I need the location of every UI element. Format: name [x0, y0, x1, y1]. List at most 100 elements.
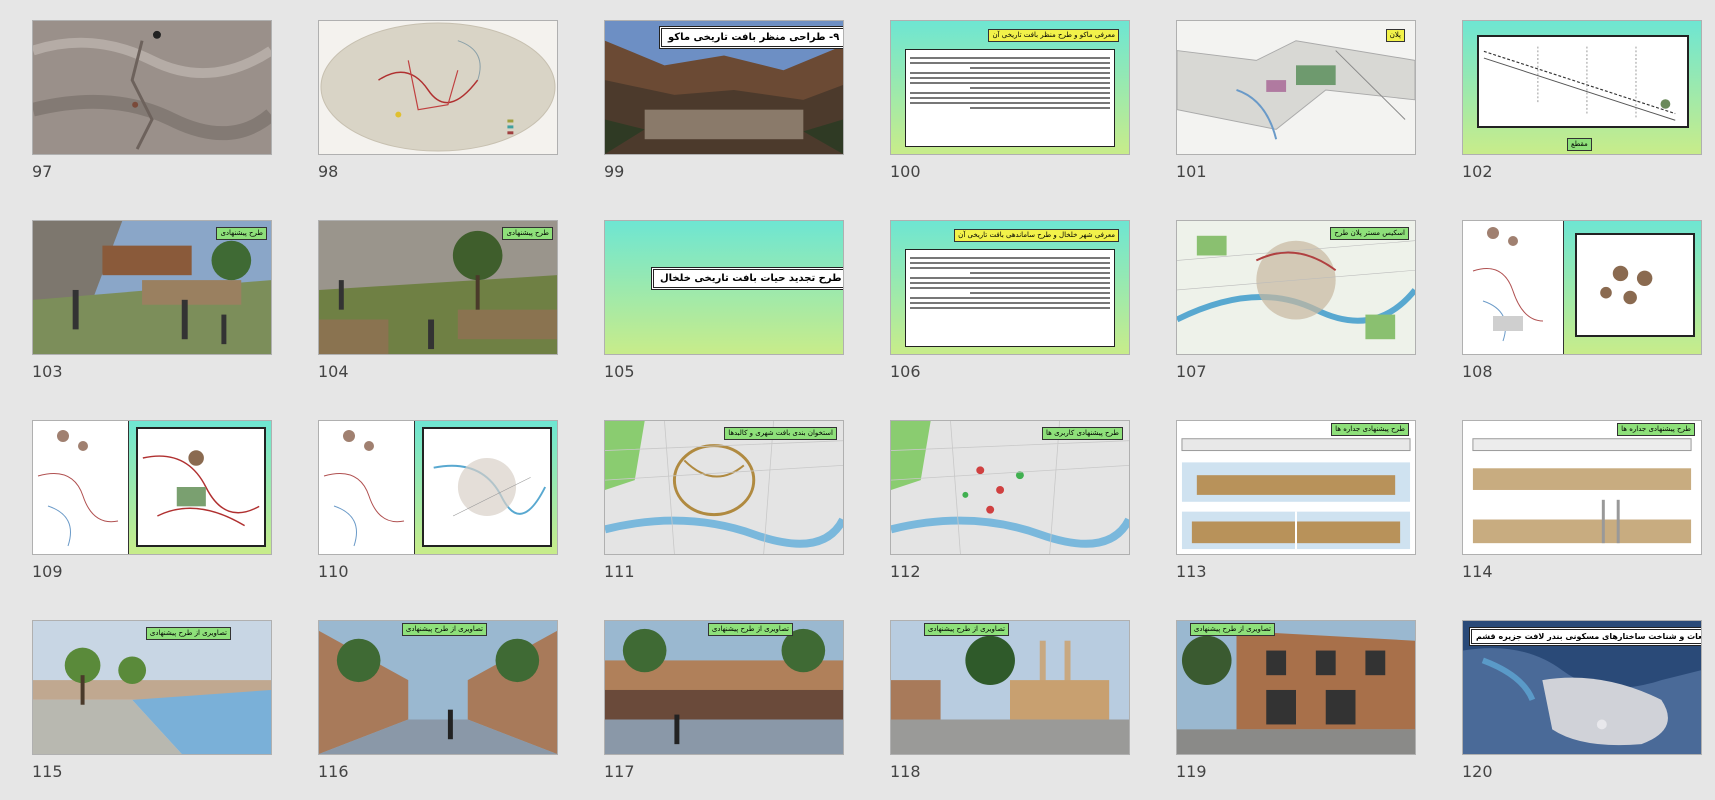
slide-thumbnail[interactable]: مقطع: [1462, 20, 1702, 155]
slide-number: 108: [1462, 362, 1493, 381]
detail-drawing: [1600, 265, 1653, 305]
rendering-photo: [33, 221, 271, 354]
slide-banner: تصاویری از طرح پیشنهادی: [145, 627, 231, 640]
slide-thumbnail[interactable]: طرح پیشنهادی جداره ها: [1176, 420, 1416, 555]
slide-106[interactable]: معرفی شهر خلخال و طرح ساماندهی بافت تاری…: [890, 220, 1130, 400]
slide-112[interactable]: طرح پیشنهادی کاربری ها 112: [890, 420, 1130, 600]
slide-sorter-grid: 97 98 ۹- طراحی منظر بافت تاریخی ماکو 99 …: [0, 0, 1715, 791]
diagram-drawing: [1472, 227, 1544, 342]
slide-110[interactable]: 110: [318, 420, 558, 600]
slide-thumbnail[interactable]: طرح پیشنهادی: [318, 220, 558, 355]
diagram-drawing: [37, 430, 119, 547]
slide-number: 114: [1462, 562, 1493, 581]
slide-thumbnail[interactable]: طرح پیشنهادی کاربری ها: [890, 420, 1130, 555]
slide-thumbnail[interactable]: طرح پیشنهادی: [32, 220, 272, 355]
slide-105[interactable]: ۱۰- طرح تجدید حیات بافت تاریخی خلخال 105: [604, 220, 844, 400]
slide-thumbnail[interactable]: استخوان بندی بافت شهری و کالبدها: [604, 420, 844, 555]
plan-drawing: [1177, 21, 1415, 154]
master-plan-drawing: [1177, 221, 1415, 354]
slide-107[interactable]: اسکیس مستر پلان طرح 107: [1176, 220, 1416, 400]
slide-thumbnail[interactable]: [32, 420, 272, 555]
detail-drawing: [142, 450, 260, 527]
slide-101[interactable]: پلان 101: [1176, 20, 1416, 200]
slide-120[interactable]: ۱۱- طرح مطالعات و شناخت ساختارهای مسکونی…: [1462, 620, 1702, 800]
slide-number: 116: [318, 762, 349, 781]
slide-thumbnail[interactable]: معرفی شهر خلخال و طرح ساماندهی بافت تاری…: [890, 220, 1130, 355]
rendering-photo: [891, 621, 1129, 754]
slide-number: 101: [1176, 162, 1207, 181]
slide-thumbnail[interactable]: تصاویری از طرح پیشنهادی: [890, 620, 1130, 755]
slide-number: 118: [890, 762, 921, 781]
slide-banner: تصاویری از طرح پیشنهادی: [707, 623, 793, 636]
slide-118[interactable]: تصاویری از طرح پیشنهادی 118: [890, 620, 1130, 800]
slide-number: 107: [1176, 362, 1207, 381]
slide-number: 112: [890, 562, 921, 581]
slide-103[interactable]: طرح پیشنهادی 103: [32, 220, 272, 400]
slide-thumbnail[interactable]: پلان: [1176, 20, 1416, 155]
diagram-drawing: [323, 430, 405, 547]
slide-number: 98: [318, 162, 339, 181]
slide-97[interactable]: 97: [32, 20, 272, 200]
urban-map: [605, 421, 843, 554]
slide-number: 109: [32, 562, 63, 581]
slide-title: ۱۰- طرح تجدید حیات بافت تاریخی خلخال: [651, 267, 843, 290]
slide-thumbnail[interactable]: ۱۱- طرح مطالعات و شناخت ساختارهای مسکونی…: [1462, 620, 1702, 755]
slide-thumbnail[interactable]: [318, 420, 558, 555]
text-panel: [905, 49, 1115, 147]
slide-number: 120: [1462, 762, 1493, 781]
slide-thumbnail[interactable]: [318, 20, 558, 155]
slide-banner: تصاویری از طرح پیشنهادی: [401, 623, 487, 636]
slide-thumbnail[interactable]: تصاویری از طرح پیشنهادی: [32, 620, 272, 755]
section-drawing: [1483, 46, 1676, 121]
slide-banner: معرفی ماکو و طرح منظر بافت تاریخی آن: [988, 29, 1119, 42]
slide-thumbnail[interactable]: معرفی ماکو و طرح منظر بافت تاریخی آن: [890, 20, 1130, 155]
detail-frame: [136, 427, 266, 547]
slide-number: 105: [604, 362, 635, 381]
rendering-photo: [1177, 621, 1415, 754]
left-panel: [319, 421, 415, 554]
slide-98[interactable]: 98: [318, 20, 558, 200]
slide-116[interactable]: تصاویری از طرح پیشنهادی 116: [318, 620, 558, 800]
rendering-photo: [319, 221, 557, 354]
rendering-photo: [319, 621, 557, 754]
facade-elevations: [1463, 421, 1701, 554]
left-panel: [33, 421, 129, 554]
slide-115[interactable]: تصاویری از طرح پیشنهادی 115: [32, 620, 272, 800]
slide-119[interactable]: تصاویری از طرح پیشنهادی 119: [1176, 620, 1416, 800]
facade-elevations: [1177, 421, 1415, 554]
slide-thumbnail[interactable]: اسکیس مستر پلان طرح: [1176, 220, 1416, 355]
terrain-image: [33, 21, 271, 154]
slide-thumbnail[interactable]: ۹- طراحی منظر بافت تاریخی ماکو: [604, 20, 844, 155]
slide-102[interactable]: مقطع 102: [1462, 20, 1702, 200]
slide-thumbnail[interactable]: ۱۰- طرح تجدید حیات بافت تاریخی خلخال: [604, 220, 844, 355]
slide-99[interactable]: ۹- طراحی منظر بافت تاریخی ماکو 99: [604, 20, 844, 200]
slide-banner: طرح پیشنهادی: [502, 227, 553, 240]
slide-thumbnail[interactable]: [32, 20, 272, 155]
slide-thumbnail[interactable]: تصاویری از طرح پیشنهادی: [1176, 620, 1416, 755]
slide-104[interactable]: طرح پیشنهادی 104: [318, 220, 558, 400]
slide-banner: طرح پیشنهادی جداره ها: [1331, 423, 1409, 436]
slide-banner: تصاویری از طرح پیشنهادی: [923, 623, 1009, 636]
rendering-photo: [33, 621, 271, 754]
slide-banner: استخوان بندی بافت شهری و کالبدها: [724, 427, 837, 440]
slide-thumbnail[interactable]: طرح پیشنهادی جداره ها: [1462, 420, 1702, 555]
slide-number: 111: [604, 562, 635, 581]
slide-thumbnail[interactable]: تصاویری از طرح پیشنهادی: [318, 620, 558, 755]
slide-117[interactable]: تصاویری از طرح پیشنهادی 117: [604, 620, 844, 800]
left-panel: [1463, 221, 1564, 354]
slide-number: 99: [604, 162, 625, 181]
slide-number: 104: [318, 362, 349, 381]
slide-100[interactable]: معرفی ماکو و طرح منظر بافت تاریخی آن 100: [890, 20, 1130, 200]
slide-number: 119: [1176, 762, 1207, 781]
slide-thumbnail[interactable]: [1462, 220, 1702, 355]
slide-thumbnail[interactable]: تصاویری از طرح پیشنهادی: [604, 620, 844, 755]
slide-113[interactable]: طرح پیشنهادی جداره ها 113: [1176, 420, 1416, 600]
rendering-photo: [605, 621, 843, 754]
slide-banner: پلان: [1385, 29, 1405, 42]
slide-111[interactable]: استخوان بندی بافت شهری و کالبدها 111: [604, 420, 844, 600]
slide-number: 97: [32, 162, 53, 181]
detail-frame: [422, 427, 552, 547]
slide-109[interactable]: 109: [32, 420, 272, 600]
slide-108[interactable]: 108: [1462, 220, 1702, 400]
slide-114[interactable]: طرح پیشنهادی جداره ها 114: [1462, 420, 1702, 600]
